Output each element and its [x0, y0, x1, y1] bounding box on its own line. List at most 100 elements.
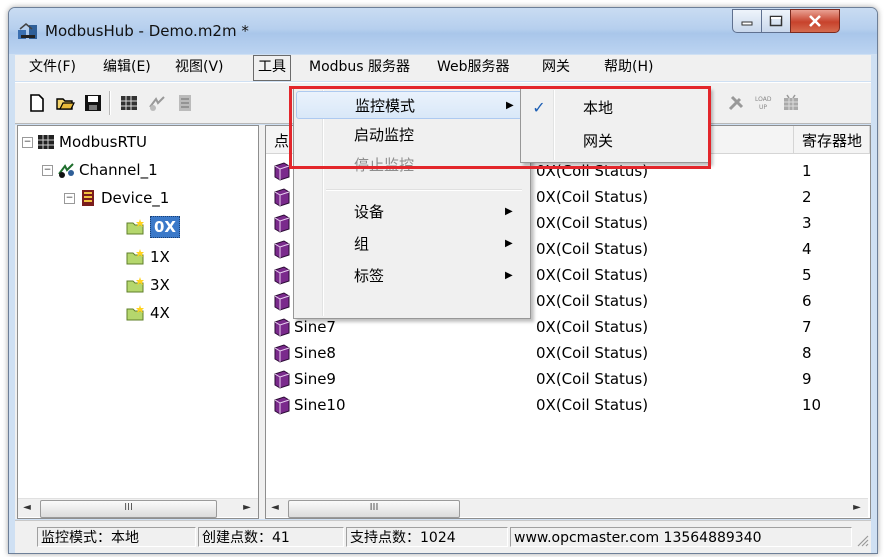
scroll-left-arrow[interactable]: ◄	[266, 499, 284, 517]
status-monitor-mode: 监控模式：本地	[37, 527, 196, 547]
modbus-rtu-icon	[38, 135, 54, 149]
toolbar-separator	[109, 91, 111, 115]
submenu-item-gateway[interactable]: 网关	[523, 126, 705, 156]
minimize-button[interactable]	[732, 9, 762, 33]
resize-grip-icon[interactable]	[855, 533, 869, 547]
menu-file[interactable]: 文件(F)	[25, 55, 80, 79]
status-created-points: 创建点数：41	[198, 527, 344, 547]
tag-icon	[274, 292, 290, 311]
tag-address: 1	[802, 162, 812, 180]
tag-icon	[274, 240, 290, 259]
tag-icon	[274, 214, 290, 233]
scroll-right-arrow[interactable]: ►	[238, 499, 256, 517]
menu-item-label: 启动监控	[354, 126, 415, 144]
menu-help[interactable]: 帮助(H)	[600, 55, 657, 79]
tag-type: 0X(Coil Status)	[536, 214, 649, 232]
tag-type: 0X(Coil Status)	[536, 370, 649, 388]
submenu-arrow-icon: ▶	[505, 238, 513, 249]
tag-type: 0X(Coil Status)	[536, 240, 649, 258]
load-up-icon[interactable]: LOADUP	[753, 93, 773, 113]
scroll-thumb[interactable]: III	[40, 500, 217, 518]
tools-dropdown-menu: 监控模式 ▶ 启动监控 停止监控 设备 ▶ 组 ▶ 标签 ▶	[293, 87, 531, 319]
tree-node-group-0x[interactable]: 0X	[126, 216, 181, 238]
save-icon[interactable]	[83, 93, 103, 113]
menu-item-label: 设备	[354, 203, 385, 221]
collapse-toggle-icon[interactable]: −	[22, 136, 33, 148]
tag-address: 3	[802, 214, 812, 232]
table-row[interactable]: Sine10 0X(Coil Status) 10	[266, 392, 868, 418]
tag-name: Sine9	[294, 370, 336, 388]
menu-item-stop-monitor: 停止监控	[296, 151, 526, 179]
folder-icon	[126, 277, 144, 293]
menu-bar: 文件(F) 编辑(E) 视图(V) 工具 Modbus 服务器 Web服务器 网…	[15, 55, 871, 81]
menu-item-group[interactable]: 组 ▶	[296, 230, 526, 258]
tag-icon	[274, 344, 290, 363]
tree-label-root: ModbusRTU	[59, 133, 147, 151]
tag-type: 0X(Coil Status)	[536, 188, 649, 206]
tree-node-channel[interactable]: − Channel_1	[42, 159, 158, 181]
scroll-thumb[interactable]: III	[288, 500, 460, 518]
svg-text:UP: UP	[759, 104, 767, 111]
channel-icon[interactable]	[147, 93, 167, 113]
monitor-mode-submenu: ✓ 本地 网关	[520, 87, 710, 163]
close-button[interactable]	[790, 9, 840, 33]
modbushub-app-icon	[18, 23, 37, 39]
tag-address: 5	[802, 266, 812, 284]
tag-address: 8	[802, 344, 812, 362]
menu-view[interactable]: 视图(V)	[171, 55, 228, 79]
maximize-button[interactable]	[761, 9, 791, 33]
tree-node-group-1x[interactable]: 1X	[126, 246, 170, 268]
title-bar[interactable]: ModbusHub - Demo.m2m *	[9, 8, 877, 54]
svg-text:LOAD: LOAD	[755, 96, 772, 103]
submenu-arrow-icon: ▶	[506, 100, 514, 111]
collapse-toggle-icon[interactable]: −	[64, 192, 75, 204]
menu-item-label: 标签	[354, 267, 385, 285]
tree-label-group: 4X	[150, 304, 170, 322]
channel-icon	[58, 163, 74, 178]
scroll-left-arrow[interactable]: ◄	[18, 499, 36, 517]
tag-name: Sine8	[294, 344, 336, 362]
tree-label-group-selected: 0X	[150, 216, 181, 238]
status-bar: 监控模式：本地 创建点数：41 支持点数：1024 www.opcmaster.…	[15, 520, 871, 553]
menu-item-label: 停止监控	[354, 156, 415, 174]
menu-gateway[interactable]: 网关	[538, 55, 574, 79]
tree-node-group-3x[interactable]: 3X	[126, 274, 170, 296]
submenu-item-local[interactable]: ✓ 本地	[523, 93, 705, 123]
tag-icon	[274, 318, 290, 337]
new-file-icon[interactable]	[27, 93, 47, 113]
device-icon[interactable]	[175, 93, 195, 113]
list-horizontal-scrollbar[interactable]: ◄ III ►	[266, 498, 868, 518]
status-supported-points: 支持点数：1024	[346, 527, 508, 547]
menu-item-device[interactable]: 设备 ▶	[296, 198, 526, 226]
device-tree[interactable]: − ModbusRTU − Channel_1 − Device_1 0X 1X	[17, 125, 259, 519]
tree-node-root[interactable]: − ModbusRTU	[22, 131, 147, 153]
open-folder-icon[interactable]	[55, 93, 75, 113]
tag-type: 0X(Coil Status)	[536, 266, 649, 284]
tag-type: 0X(Coil Status)	[536, 396, 649, 414]
folder-icon	[126, 305, 144, 321]
menu-item-start-monitor[interactable]: 启动监控	[296, 121, 526, 149]
column-header-register-address[interactable]: 寄存器地	[794, 126, 870, 154]
tag-icon	[274, 370, 290, 389]
menu-modbus-server[interactable]: Modbus 服务器	[305, 55, 414, 79]
menu-item-tag[interactable]: 标签 ▶	[296, 262, 526, 290]
table-row[interactable]: Sine8 0X(Coil Status) 8	[266, 340, 868, 366]
menu-edit[interactable]: 编辑(E)	[99, 55, 155, 79]
tree-node-device[interactable]: − Device_1	[64, 187, 169, 209]
tools-icon[interactable]	[726, 93, 746, 113]
table-row[interactable]: Sine9 0X(Coil Status) 9	[266, 366, 868, 392]
submenu-item-label: 本地	[583, 99, 614, 117]
menu-item-monitor-mode[interactable]: 监控模式 ▶	[296, 91, 526, 119]
submenu-arrow-icon: ▶	[505, 206, 513, 217]
tree-horizontal-scrollbar[interactable]: ◄ III ►	[18, 498, 258, 518]
tree-label-group: 3X	[150, 276, 170, 294]
collapse-toggle-icon[interactable]: −	[42, 164, 53, 176]
grid-icon[interactable]	[119, 93, 139, 113]
grid-settings-icon[interactable]	[781, 93, 801, 113]
scroll-right-arrow[interactable]: ►	[848, 499, 866, 517]
tree-node-group-4x[interactable]: 4X	[126, 302, 170, 324]
tree-label-channel: Channel_1	[79, 161, 158, 179]
menu-web-server[interactable]: Web服务器	[433, 55, 514, 79]
menu-tools[interactable]: 工具	[253, 55, 291, 81]
tag-name: Sine10	[294, 396, 346, 414]
